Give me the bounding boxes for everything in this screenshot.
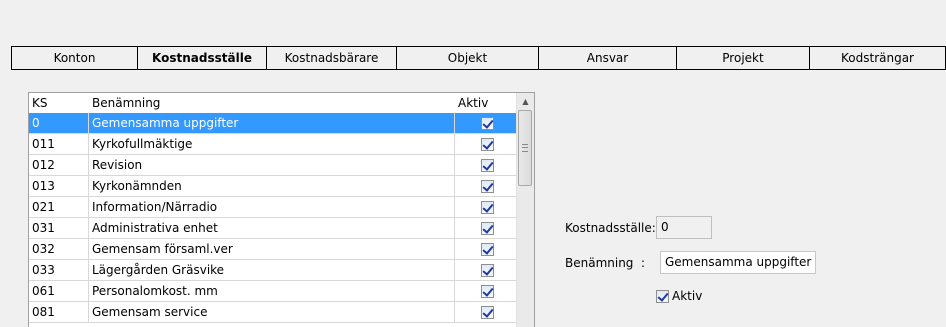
grid-rows: 0 Gemensamma uppgifter 011 Kyrkofullmäktige… [29, 113, 519, 323]
cell-name: Revision [89, 155, 455, 176]
cell-ks: 011 [29, 134, 89, 155]
cell-name: Kyrkonämnden [89, 176, 455, 197]
aktiv-checkbox[interactable] [656, 289, 669, 303]
cell-name: Lägergården Gräsvike [89, 260, 455, 281]
tab-konton[interactable]: Konton [11, 46, 138, 70]
cell-active[interactable] [455, 281, 519, 302]
active-checkbox[interactable] [480, 158, 494, 172]
table-row[interactable]: 031 Administrativa enhet [29, 218, 519, 239]
cell-ks: 033 [29, 260, 89, 281]
cell-ks: 013 [29, 176, 89, 197]
cell-name: Gemensamma uppgifter [89, 113, 455, 134]
active-checkbox[interactable] [480, 284, 494, 298]
ks-field: 0 [656, 216, 712, 239]
cell-active[interactable] [455, 260, 519, 281]
active-checkbox[interactable] [480, 305, 494, 319]
tab-ansvar[interactable]: Ansvar [539, 46, 677, 70]
cell-active[interactable] [455, 155, 519, 176]
vertical-scrollbar[interactable]: ▲ [516, 93, 534, 327]
active-checkbox[interactable] [480, 263, 494, 277]
tab-kostnadsbarare[interactable]: Kostnadsbärare [267, 46, 397, 70]
cell-name: Administrativa enhet [89, 218, 455, 239]
scroll-up-arrow-icon[interactable]: ▲ [517, 93, 534, 110]
tab-objekt[interactable]: Objekt [397, 46, 539, 70]
cell-active[interactable] [455, 113, 519, 134]
column-header-name[interactable]: Benämning [89, 96, 455, 110]
active-checkbox[interactable] [480, 116, 494, 130]
name-label: Benämning : [565, 256, 646, 270]
cell-name: Gemensam församl.ver [89, 239, 455, 260]
cell-name: Gemensam service [89, 302, 455, 323]
column-header-ks[interactable]: KS [29, 96, 89, 110]
cell-ks: 0 [29, 113, 89, 134]
table-row[interactable]: 033 Lägergården Gräsvike [29, 260, 519, 281]
table-row[interactable]: 081 Gemensam service [29, 302, 519, 323]
column-header-active[interactable]: Aktiv [455, 96, 519, 110]
cell-ks: 081 [29, 302, 89, 323]
cell-name: Information/Närradio [89, 197, 455, 218]
table-row[interactable]: 012 Revision [29, 155, 519, 176]
ks-label: Kostnadsställe: [565, 221, 656, 235]
cell-active[interactable] [455, 218, 519, 239]
aktiv-checkbox-group[interactable]: Aktiv [656, 289, 702, 303]
cell-active[interactable] [455, 197, 519, 218]
active-checkbox[interactable] [480, 242, 494, 256]
cell-active[interactable] [455, 134, 519, 155]
tab-kodstrangar[interactable]: Kodsträngar [810, 46, 946, 70]
aktiv-label: Aktiv [672, 289, 703, 303]
cell-ks: 021 [29, 197, 89, 218]
active-checkbox[interactable] [480, 200, 494, 214]
table-row[interactable]: 0 Gemensamma uppgifter [29, 113, 519, 134]
active-checkbox[interactable] [480, 137, 494, 151]
scroll-thumb[interactable] [518, 110, 532, 186]
cell-ks: 061 [29, 281, 89, 302]
cell-name: Kyrkofullmäktige [89, 134, 455, 155]
cell-ks: 031 [29, 218, 89, 239]
active-checkbox[interactable] [480, 179, 494, 193]
table-row[interactable]: 021 Information/Närradio [29, 197, 519, 218]
cell-active[interactable] [455, 302, 519, 323]
cell-ks: 032 [29, 239, 89, 260]
grid-header: KS Benämning Aktiv [29, 93, 534, 113]
table-row[interactable]: 032 Gemensam församl.ver [29, 239, 519, 260]
tab-kostnadsstalle[interactable]: Kostnadsställe [138, 46, 267, 70]
table-row[interactable]: 061 Personalomkost. mm [29, 281, 519, 302]
cell-active[interactable] [455, 239, 519, 260]
table-row[interactable]: 011 Kyrkofullmäktige [29, 134, 519, 155]
active-checkbox[interactable] [480, 221, 494, 235]
cell-name: Personalomkost. mm [89, 281, 455, 302]
cell-ks: 012 [29, 155, 89, 176]
table-row[interactable]: 013 Kyrkonämnden [29, 176, 519, 197]
cost-center-grid[interactable]: KS Benämning Aktiv 0 Gemensamma uppgifter… [28, 92, 535, 327]
tab-projekt[interactable]: Projekt [677, 46, 810, 70]
name-field[interactable]: Gemensamma uppgifter [660, 251, 816, 274]
cell-active[interactable] [455, 176, 519, 197]
grip-icon [522, 144, 528, 152]
tab-strip: Konton Kostnadsställe Kostnadsbärare Obj… [11, 46, 946, 70]
